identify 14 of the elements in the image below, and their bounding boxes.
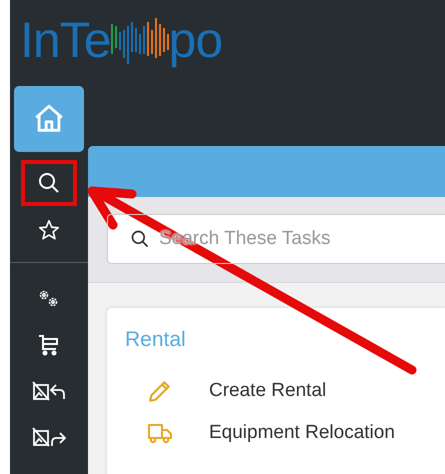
pencil-icon bbox=[147, 378, 173, 404]
star-icon bbox=[38, 219, 60, 241]
image-return-icon bbox=[32, 379, 66, 403]
task-link[interactable]: Equipment Relocation bbox=[209, 422, 395, 444]
image-forward-icon bbox=[32, 425, 66, 449]
logo-text: InTe bbox=[20, 11, 111, 70]
logo-text: po bbox=[168, 11, 222, 70]
search-icon bbox=[37, 171, 61, 195]
section-title: Rental bbox=[125, 328, 187, 352]
task-link[interactable]: Create Rental bbox=[209, 380, 326, 402]
search-icon bbox=[130, 229, 150, 249]
cart-icon bbox=[37, 333, 61, 357]
truck-icon bbox=[147, 421, 173, 445]
search-button[interactable] bbox=[21, 160, 77, 206]
